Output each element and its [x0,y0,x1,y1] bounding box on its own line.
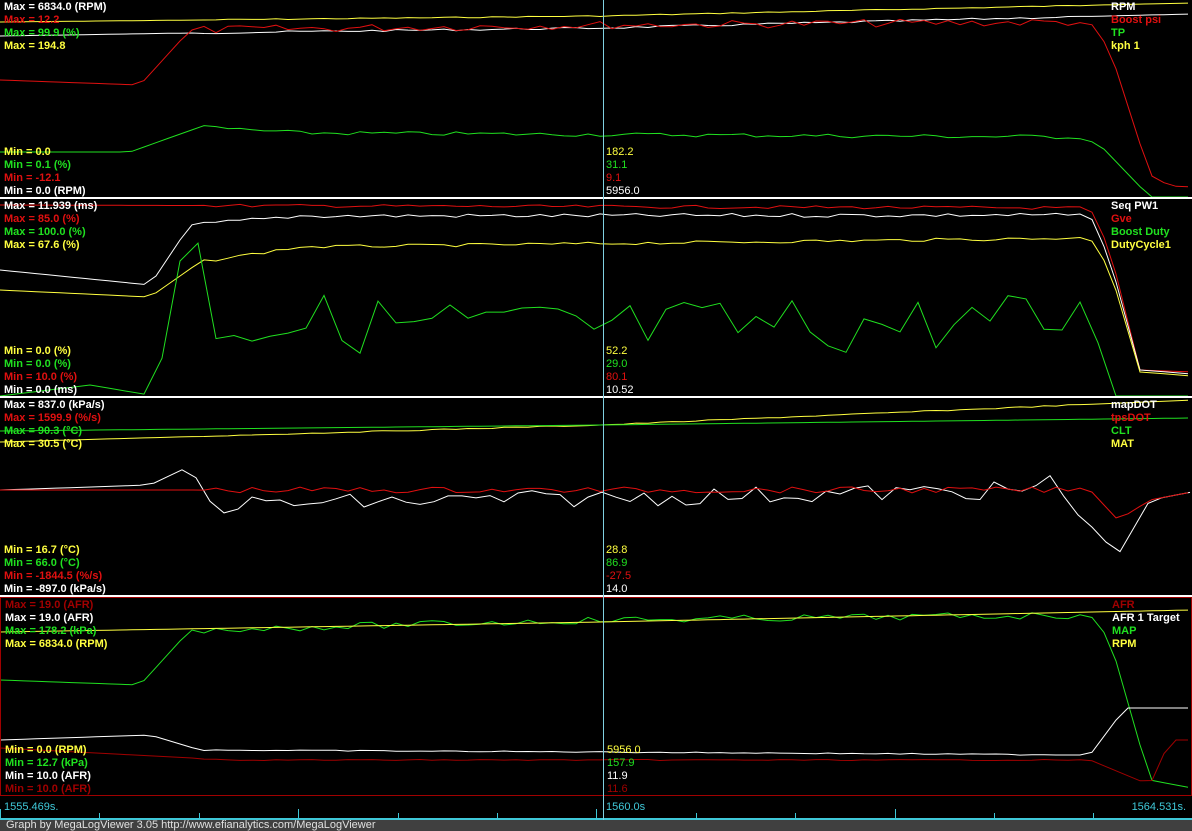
min-label: Min = -12.1 [4,172,61,184]
time-tick [596,809,597,818]
legend-item[interactable]: AFR 1 Target [1112,612,1180,625]
graph-panel-1[interactable]: Max = 6834.0 (RPM) Max = 12.2 Max = 99.9… [0,0,1192,199]
legend-item[interactable]: mapDOT [1111,399,1157,412]
cursor-value: 14.0 [606,583,628,595]
cursor-value: 52.2 [606,345,628,357]
time-cursor-line[interactable] [603,0,604,820]
max-label: Max = 100.0 (%) [4,226,86,238]
time-tick [99,813,100,818]
cursor-value: 28.8 [606,544,628,556]
legend-item[interactable]: DutyCycle1 [1111,239,1171,252]
legend-item[interactable]: Seq PW1 [1111,200,1158,213]
time-tick [0,809,1,818]
max-label: Max = 19.0 (AFR) [5,612,94,624]
max-label: Max = 194.8 [4,40,66,52]
cursor-value: 29.0 [606,358,628,370]
time-axis[interactable]: 1555.469s. 1560.0s 1564.531s. [0,796,1192,820]
max-label: Max = 837.0 (kPa/s) [4,399,105,411]
time-tick [398,813,399,818]
time-tick [895,809,896,818]
cursor-value: 11.9 [607,770,628,782]
cursor-value: 10.52 [606,384,634,396]
legend-item[interactable]: CLT [1111,425,1132,438]
legend-item[interactable]: RPM [1112,638,1136,651]
legend-item[interactable]: Gve [1111,213,1132,226]
legend-item[interactable]: MAT [1111,438,1134,451]
max-label: Max = 178.2 (kPa) [5,625,97,637]
time-start: 1555.469s. [4,801,59,813]
cursor-value: -27.5 [606,570,632,582]
cursor-value: 11.6 [607,783,628,795]
cursor-value: 5956.0 [606,185,640,197]
footer-credit: Graph by MegaLogViewer 3.05 http://www.e… [0,820,1192,831]
min-label: Min = 0.0 (%) [4,358,71,370]
max-label: Max = 90.3 (°C) [4,425,83,437]
min-label: Min = 0.0 (%) [4,345,71,357]
min-label: Min = 0.0 [4,146,51,158]
time-tick [199,813,200,818]
min-label: Min = -897.0 (kPa/s) [4,583,106,595]
max-label: Max = 67.6 (%) [4,239,80,251]
max-label: Max = 19.0 (AFR) [5,599,94,611]
min-label: Min = 0.0 (RPM) [5,744,87,756]
max-label: Max = 6834.0 (RPM) [5,638,108,650]
min-label: Min = 10.0 (AFR) [5,783,91,795]
max-label: Max = 12.2 [4,14,60,26]
max-label: Max = 6834.0 (RPM) [4,1,107,13]
min-label: Min = 10.0 (%) [4,371,78,383]
graph-panel-4[interactable]: Max = 19.0 (AFR) Max = 19.0 (AFR) Max = … [0,597,1192,796]
time-tick [696,813,697,818]
cursor-value: 86.9 [606,557,628,569]
min-label: Min = 10.0 (AFR) [5,770,91,782]
time-tick [994,813,995,818]
max-label: Max = 11.939 (ms) [4,200,98,212]
time-cursor: 1560.0s [606,801,646,813]
graph-panel-2[interactable]: Max = 11.939 (ms) Max = 85.0 (%) Max = 1… [0,199,1192,398]
legend-item[interactable]: Boost Duty [1111,226,1170,239]
cursor-value: 182.2 [606,146,634,158]
legend-item[interactable]: Boost psi [1111,14,1161,27]
min-label: Min = 0.0 (ms) [4,384,78,396]
max-label: Max = 1599.9 (%/s) [4,412,101,424]
legend-item[interactable]: RPM [1111,1,1135,14]
legend-item[interactable]: MAP [1112,625,1136,638]
min-label: Min = 0.1 (%) [4,159,71,171]
min-label: Min = 12.7 (kPa) [5,757,88,769]
max-label: Max = 99.9 (%) [4,27,80,39]
legend-item[interactable]: tpsDOT [1111,412,1151,425]
legend-item[interactable]: TP [1111,27,1125,40]
cursor-value: 80.1 [606,371,628,383]
time-end: 1564.531s. [1131,801,1186,813]
max-label: Max = 85.0 (%) [4,213,80,225]
min-label: Min = 66.0 (°C) [4,557,80,569]
time-tick [497,813,498,818]
graph-panel-3[interactable]: Max = 837.0 (kPa/s) Max = 1599.9 (%/s) M… [0,398,1192,597]
legend-item[interactable]: AFR [1112,599,1135,612]
min-label: Min = -1844.5 (%/s) [4,570,103,582]
cursor-value: 9.1 [606,172,622,184]
time-tick [795,813,796,818]
min-label: Min = 0.0 (RPM) [4,185,86,197]
cursor-value: 5956.0 [607,744,641,756]
cursor-value: 157.9 [607,757,635,769]
max-label: Max = 30.5 (°C) [4,438,83,450]
min-label: Min = 16.7 (°C) [4,544,80,556]
time-tick [1093,813,1094,818]
cursor-value: 31.1 [606,159,628,171]
legend-item[interactable]: kph 1 [1111,40,1140,53]
time-tick [298,809,299,818]
